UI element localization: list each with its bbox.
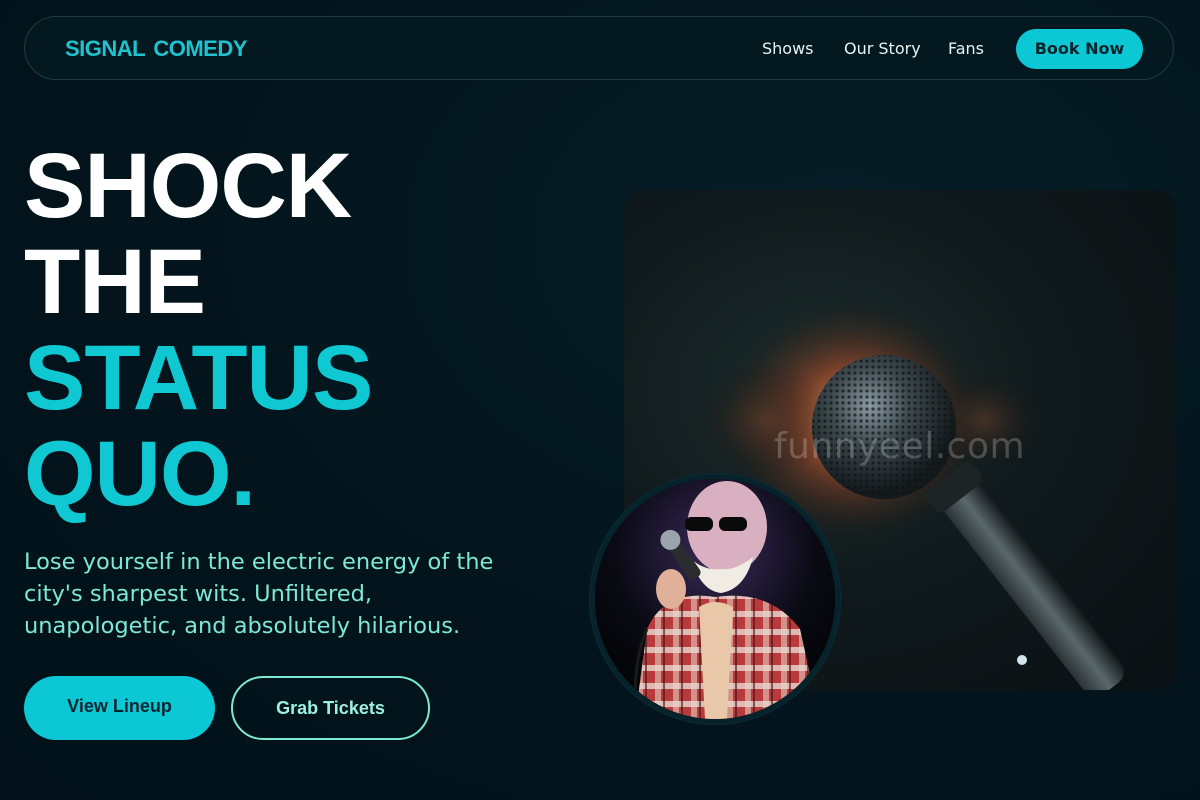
brand-logo[interactable]: SIGNAL COMEDY [65, 36, 247, 62]
nav-link-our-story[interactable]: Our Story [844, 39, 921, 58]
view-lineup-button[interactable]: View Lineup [24, 676, 215, 740]
grab-tickets-button[interactable]: Grab Tickets [231, 676, 430, 740]
headline-line-4: QUO. [24, 423, 256, 525]
book-now-button[interactable]: Book Now [1016, 29, 1143, 69]
headline-line-2: THE [24, 231, 206, 333]
landing-page: SIGNAL COMEDY Shows Our Story Fans Book … [0, 0, 1200, 800]
headline-line-3: STATUS [24, 327, 373, 429]
nav-link-fans[interactable]: Fans [948, 39, 984, 58]
headline-line-1: SHOCK [24, 135, 352, 237]
top-navigation-bar: SIGNAL COMEDY Shows Our Story Fans Book … [24, 16, 1174, 80]
comedian-photo [595, 479, 835, 719]
hero-description: Lose yourself in the electric energy of … [24, 549, 494, 639]
hero-headline: SHOCK THE STATUS QUO. [24, 135, 373, 525]
image-watermark: funnyeel.com [774, 426, 1026, 467]
nav-link-shows[interactable]: Shows [762, 39, 814, 58]
comedian-illustration [595, 479, 835, 719]
comedian-avatar [590, 474, 840, 724]
